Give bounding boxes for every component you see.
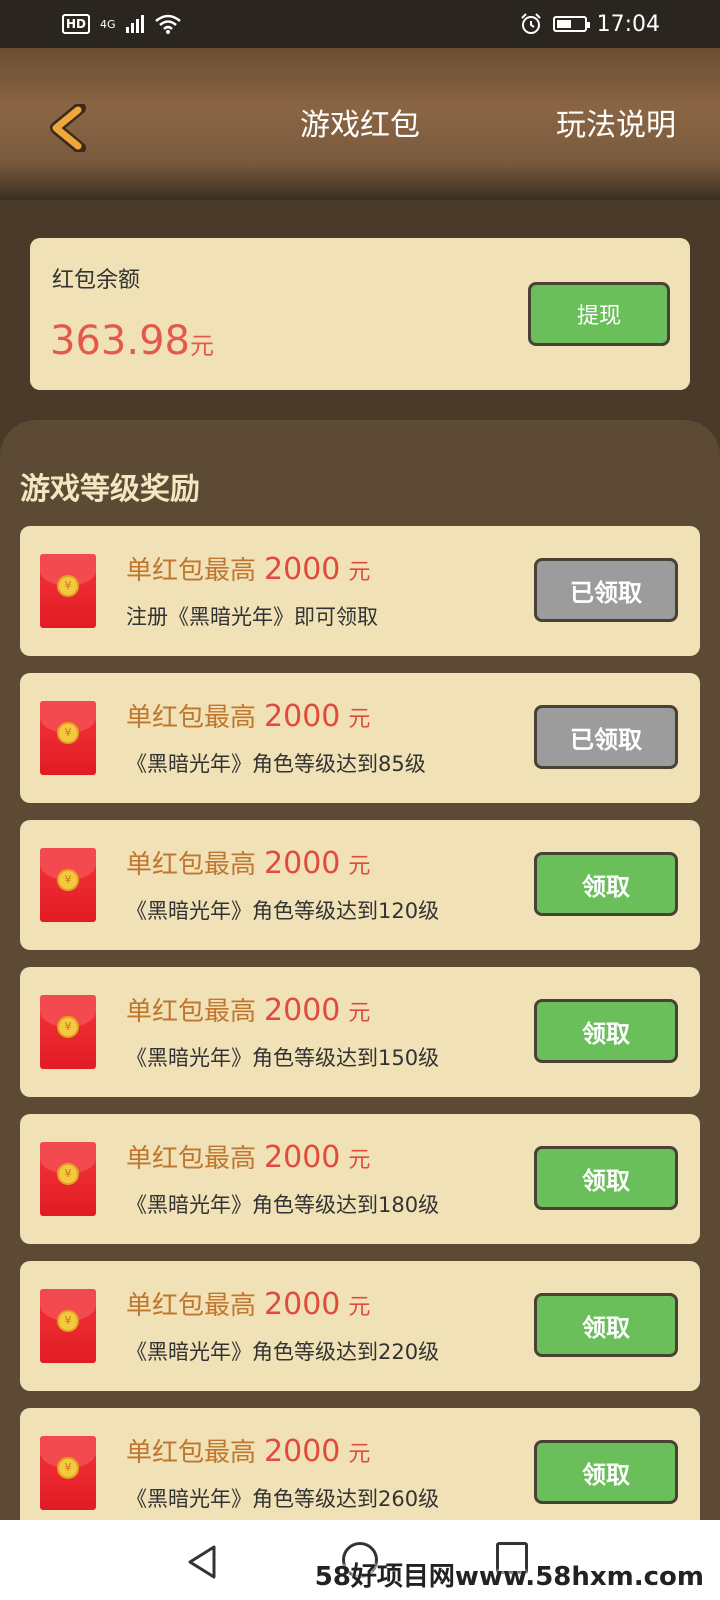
nav-back-icon[interactable]	[186, 1544, 218, 1580]
red-envelope-icon: ¥	[40, 1436, 96, 1510]
balance-label: 红包余额	[52, 268, 141, 293]
reward-card: ¥ 单红包最高 2000 元 《黑暗光年》角色等级达到150级 领取	[20, 967, 700, 1097]
reward-card: ¥ 单红包最高 2000 元 《黑暗光年》角色等级达到260级 领取	[20, 1408, 700, 1538]
reward-max: 单红包最高 2000 元	[126, 993, 370, 1032]
claim-button[interactable]: 领取	[534, 1293, 678, 1357]
reward-condition: 《黑暗光年》角色等级达到85级	[126, 752, 426, 776]
status-left: HD 4G	[62, 13, 182, 35]
reward-max: 单红包最高 2000 元	[126, 846, 370, 885]
system-nav-bar: 58好项目网www.58hxm.com	[0, 1520, 720, 1600]
withdraw-button[interactable]: 提现	[528, 282, 670, 346]
reward-amount: 2000	[264, 993, 341, 1028]
section-title: 游戏等级奖励	[20, 472, 200, 507]
reward-prefix: 单红包最高	[126, 850, 257, 880]
claimed-button[interactable]: 已领取	[534, 558, 678, 622]
reward-condition: 《黑暗光年》角色等级达到180级	[126, 1193, 440, 1217]
balance-card: 红包余额 363.98元 提现	[30, 238, 690, 390]
reward-amount: 2000	[264, 846, 341, 881]
coin-icon: ¥	[57, 1163, 79, 1185]
reward-amount: 2000	[264, 1287, 341, 1322]
reward-card: ¥ 单红包最高 2000 元 《黑暗光年》角色等级达到180级 领取	[20, 1114, 700, 1244]
claimed-button[interactable]: 已领取	[534, 705, 678, 769]
reward-condition: 《黑暗光年》角色等级达到220级	[126, 1340, 440, 1364]
wifi-icon	[154, 14, 181, 34]
status-time: 17:04	[596, 11, 660, 37]
coin-icon: ¥	[57, 1310, 79, 1332]
reward-unit: 元	[348, 1442, 371, 1467]
reward-condition: 《黑暗光年》角色等级达到260级	[126, 1487, 440, 1511]
reward-unit: 元	[348, 707, 371, 732]
red-envelope-icon: ¥	[40, 1142, 96, 1216]
reward-max: 单红包最高 2000 元	[126, 699, 370, 738]
reward-unit: 元	[348, 1148, 371, 1173]
reward-prefix: 单红包最高	[126, 556, 257, 586]
reward-prefix: 单红包最高	[126, 1291, 257, 1321]
battery-icon	[552, 16, 590, 32]
reward-list: ¥ 单红包最高 2000 元 注册《黑暗光年》即可领取 已领取 ¥ 单红包最高 200…	[20, 526, 700, 1555]
page-header: 游戏红包 玩法说明	[0, 48, 720, 200]
red-envelope-icon: ¥	[40, 701, 96, 775]
reward-max: 单红包最高 2000 元	[126, 1287, 370, 1326]
red-envelope-icon: ¥	[40, 554, 96, 628]
reward-prefix: 单红包最高	[126, 1438, 257, 1468]
claim-button[interactable]: 领取	[534, 1146, 678, 1210]
reward-condition: 《黑暗光年》角色等级达到120级	[126, 899, 440, 923]
reward-amount: 2000	[264, 552, 341, 587]
reward-unit: 元	[348, 560, 371, 585]
rules-link[interactable]: 玩法说明	[556, 104, 676, 148]
reward-prefix: 单红包最高	[126, 1144, 257, 1174]
reward-amount: 2000	[264, 1140, 341, 1175]
coin-icon: ¥	[57, 869, 79, 891]
status-right: 17:04	[519, 12, 660, 37]
reward-max: 单红包最高 2000 元	[126, 552, 370, 591]
reward-condition: 注册《黑暗光年》即可领取	[126, 605, 378, 629]
status-bar: HD 4G 17:04	[0, 0, 720, 48]
network-type: 4G	[100, 17, 116, 31]
reward-card: ¥ 单红包最高 2000 元 《黑暗光年》角色等级达到220级 领取	[20, 1261, 700, 1391]
balance-unit: 元	[189, 332, 214, 360]
hd-badge: HD	[62, 14, 91, 34]
reward-amount: 2000	[264, 1434, 341, 1469]
reward-unit: 元	[348, 1001, 371, 1026]
claim-button[interactable]: 领取	[534, 999, 678, 1063]
reward-card: ¥ 单红包最高 2000 元 注册《黑暗光年》即可领取 已领取	[20, 526, 700, 656]
reward-max: 单红包最高 2000 元	[126, 1140, 370, 1179]
alarm-icon	[520, 13, 541, 34]
reward-condition: 《黑暗光年》角色等级达到150级	[126, 1046, 440, 1070]
reward-max: 单红包最高 2000 元	[126, 1434, 370, 1473]
coin-icon: ¥	[57, 1457, 79, 1479]
coin-icon: ¥	[57, 722, 79, 744]
reward-card: ¥ 单红包最高 2000 元 《黑暗光年》角色等级达到85级 已领取	[20, 673, 700, 803]
coin-icon: ¥	[57, 1016, 79, 1038]
reward-card: ¥ 单红包最高 2000 元 《黑暗光年》角色等级达到120级 领取	[20, 820, 700, 950]
reward-unit: 元	[348, 1295, 371, 1320]
rewards-panel: 游戏等级奖励 ¥ 单红包最高 2000 元 注册《黑暗光年》即可领取 已领取 ¥ 单…	[0, 420, 720, 1538]
balance-value: 363.98	[50, 318, 190, 364]
reward-prefix: 单红包最高	[126, 703, 257, 733]
balance-amount: 363.98元	[50, 318, 214, 369]
reward-amount: 2000	[264, 699, 341, 734]
claim-button[interactable]: 领取	[534, 1440, 678, 1504]
red-envelope-icon: ¥	[40, 995, 96, 1069]
watermark: 58好项目网www.58hxm.com	[314, 1562, 704, 1592]
red-envelope-icon: ¥	[40, 848, 96, 922]
red-envelope-icon: ¥	[40, 1289, 96, 1363]
reward-prefix: 单红包最高	[126, 997, 257, 1027]
battery-level	[556, 20, 571, 28]
coin-icon: ¥	[57, 575, 79, 597]
claim-button[interactable]: 领取	[534, 852, 678, 916]
signal-icon	[125, 15, 144, 33]
reward-unit: 元	[348, 854, 371, 879]
